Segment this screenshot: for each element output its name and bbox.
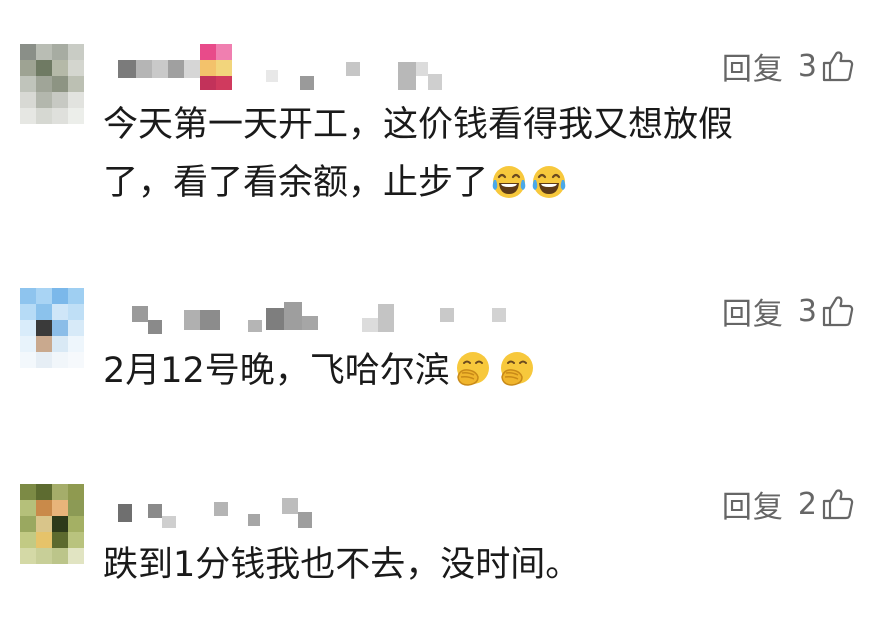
avatar[interactable] bbox=[20, 288, 84, 368]
reply-button[interactable]: 回复 bbox=[722, 289, 784, 333]
like-button[interactable]: 3 bbox=[798, 294, 855, 329]
tears-of-joy-emoji-icon bbox=[530, 161, 568, 219]
tears-of-joy-emoji-icon bbox=[490, 161, 528, 219]
reply-button[interactable]: 回复 bbox=[722, 44, 784, 88]
comment-text-line: 2月12号晚，飞哈尔滨 bbox=[103, 342, 843, 407]
avatar[interactable] bbox=[20, 484, 84, 564]
comment-text: 今天第一天开工，这价钱看得我又想放假 了，看了看余额，止步了 bbox=[103, 96, 843, 219]
thumbs-up-icon bbox=[821, 294, 855, 328]
hand-over-mouth-emoji-icon bbox=[496, 349, 538, 407]
like-count: 2 bbox=[797, 486, 817, 522]
comment-text: 跌到1分钱我也不去，没时间。 bbox=[103, 536, 843, 594]
comment-text-line: 跌到1分钱我也不去，没时间。 bbox=[103, 545, 581, 585]
comment-text-line: 今天第一天开工，这价钱看得我又想放假 bbox=[103, 105, 734, 145]
comment-text: 2月12号晚，飞哈尔滨 bbox=[103, 342, 843, 407]
comment-actions: 回复 3 bbox=[722, 289, 855, 333]
hand-over-mouth-emoji-icon bbox=[452, 349, 494, 407]
reply-button[interactable]: 回复 bbox=[722, 482, 784, 526]
avatar[interactable] bbox=[20, 44, 84, 124]
like-count: 3 bbox=[797, 48, 817, 84]
username[interactable] bbox=[118, 492, 328, 528]
username[interactable] bbox=[118, 296, 518, 334]
username[interactable] bbox=[118, 44, 448, 90]
thumbs-up-icon bbox=[821, 49, 855, 83]
like-button[interactable]: 2 bbox=[798, 487, 855, 522]
comment-text-line: 了，看了看余额，止步了 bbox=[103, 154, 843, 219]
like-count: 3 bbox=[797, 293, 817, 329]
comment-actions: 回复 2 bbox=[722, 482, 855, 526]
like-button[interactable]: 3 bbox=[798, 49, 855, 84]
thumbs-up-icon bbox=[821, 487, 855, 521]
comment-actions: 回复 3 bbox=[722, 44, 855, 88]
